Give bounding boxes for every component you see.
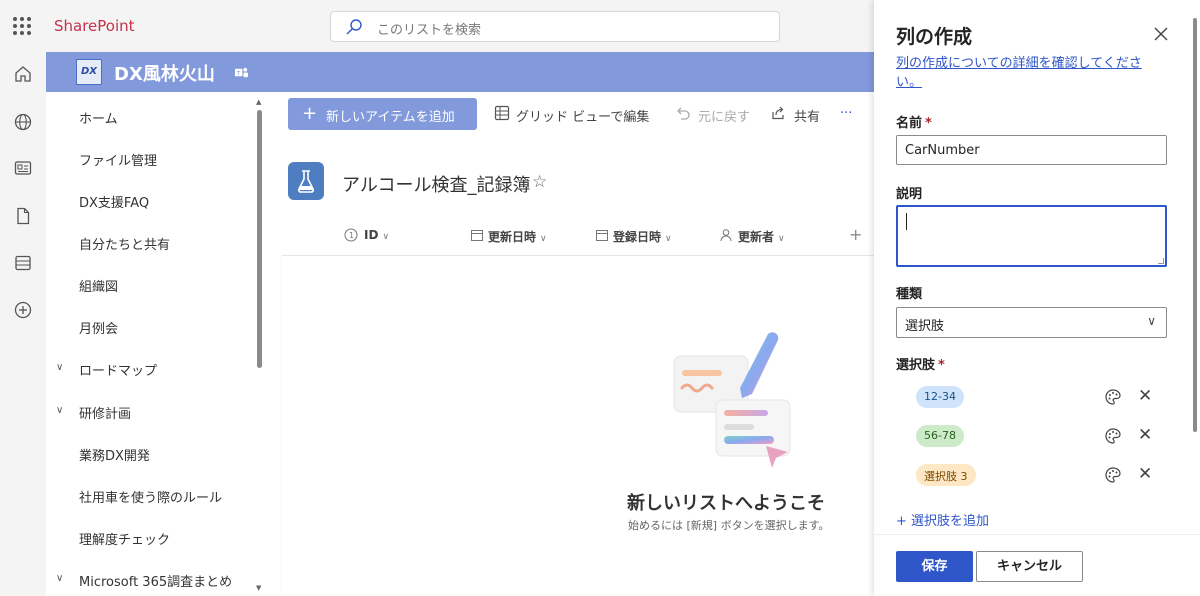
calendar-icon bbox=[471, 230, 483, 241]
add-choice-button[interactable]: + 選択肢を追加 bbox=[896, 510, 989, 529]
remove-choice-icon[interactable]: ✕ bbox=[1138, 425, 1152, 445]
create-column-panel: 列の作成 列の作成についての詳細を確認してください。 名前 * CarNumber… bbox=[874, 0, 1200, 596]
undo-button[interactable]: 元に戻す bbox=[698, 106, 750, 125]
chevron-down-icon: ∨ bbox=[1147, 314, 1156, 328]
empty-state-title: 新しいリストへようこそ bbox=[627, 493, 825, 514]
column-header-modified[interactable]: 更新日時 ∨ bbox=[488, 228, 547, 245]
column-header-editor[interactable]: 更新者 ∨ bbox=[738, 228, 785, 245]
chevron-down-icon[interactable]: ∨ bbox=[56, 362, 63, 373]
nav-item[interactable]: 理解度チェック bbox=[79, 529, 170, 548]
name-field[interactable]: CarNumber bbox=[896, 135, 1167, 165]
undo-icon bbox=[677, 107, 690, 120]
person-icon bbox=[720, 229, 732, 242]
type-selected-value: 選択肢 bbox=[905, 319, 945, 334]
nav-item[interactable]: ホーム bbox=[79, 108, 118, 127]
nav-item[interactable]: 組織図 bbox=[79, 276, 118, 295]
site-title[interactable]: DX風林火山 bbox=[114, 60, 215, 86]
app-root: SharePoint このリストを検索 DX DX風林火山 T ホーム ファイル… bbox=[0, 0, 1200, 596]
site-navigation: ホーム ファイル管理 DX支援FAQ 自分たちと共有 組織図 月例会 ∨ ロード… bbox=[46, 92, 264, 596]
choice-chip[interactable]: 12-34 bbox=[916, 386, 964, 408]
nav-item[interactable]: DX支援FAQ bbox=[79, 192, 149, 211]
chevron-down-icon[interactable]: ∨ bbox=[56, 573, 63, 584]
app-launcher-icon[interactable] bbox=[13, 17, 31, 35]
cancel-button[interactable]: キャンセル bbox=[976, 551, 1083, 582]
more-options-button[interactable]: ··· bbox=[840, 106, 852, 121]
nav-item[interactable]: 自分たちと共有 bbox=[79, 234, 170, 253]
choice-chip[interactable]: 56-78 bbox=[916, 425, 964, 447]
type-dropdown[interactable]: 選択肢 ∨ bbox=[896, 307, 1167, 338]
panel-scrollbar[interactable] bbox=[1193, 18, 1197, 432]
search-placeholder: このリストを検索 bbox=[377, 23, 482, 38]
teams-icon[interactable]: T bbox=[234, 65, 249, 80]
empty-state-subtitle: 始めるには [新規] ボタンを選択します。 bbox=[628, 519, 830, 532]
panel-title: 列の作成 bbox=[896, 26, 973, 48]
grid-edit-button[interactable]: グリッド ビューで編集 bbox=[516, 106, 649, 125]
text-caret bbox=[906, 213, 907, 230]
new-item-label: 新しいアイテムを追加 bbox=[326, 110, 455, 125]
remove-choice-icon[interactable]: ✕ bbox=[1138, 386, 1152, 406]
choice-chip[interactable]: 選択肢 3 bbox=[916, 464, 976, 486]
calendar-icon bbox=[596, 230, 608, 241]
list-icon[interactable] bbox=[13, 253, 33, 273]
choices-label: 選択肢 * bbox=[896, 358, 945, 373]
scroll-down-arrow[interactable]: ▼ bbox=[256, 584, 261, 592]
nav-item[interactable]: 社用車を使う際のルール bbox=[79, 487, 222, 506]
create-icon[interactable] bbox=[13, 300, 33, 320]
resize-handle-icon[interactable] bbox=[1158, 258, 1164, 264]
nav-item[interactable]: ファイル管理 bbox=[79, 150, 157, 169]
home-icon[interactable] bbox=[13, 64, 33, 84]
scroll-up-arrow[interactable]: ▲ bbox=[256, 98, 261, 106]
nav-item[interactable]: ロードマップ bbox=[79, 360, 157, 379]
svg-text:T: T bbox=[236, 71, 241, 77]
star-icon[interactable]: ☆ bbox=[532, 172, 547, 192]
palette-icon[interactable] bbox=[1104, 427, 1122, 445]
remove-choice-icon[interactable]: ✕ bbox=[1138, 464, 1152, 484]
site-logo[interactable]: DX bbox=[76, 59, 102, 85]
list-icon bbox=[288, 162, 324, 200]
list-view: + 新しいアイテムを追加 グリッド ビューで編集 元に戻す 共有 ··· アルコ… bbox=[264, 92, 874, 596]
id-column-icon: 1 bbox=[344, 228, 358, 242]
plus-icon: + bbox=[302, 103, 318, 124]
nav-scrollbar[interactable] bbox=[257, 110, 262, 368]
empty-list-illustration bbox=[673, 332, 791, 468]
column-header-row: 1 ID ∨ 更新日時 ∨ 登録日時 ∨ 更新者 ∨ + bbox=[282, 216, 874, 256]
globe-icon[interactable] bbox=[13, 112, 33, 132]
name-label: 名前 * bbox=[896, 116, 932, 131]
svg-text:1: 1 bbox=[349, 231, 354, 240]
type-label: 種類 bbox=[896, 287, 923, 302]
add-choice-label: 選択肢を追加 bbox=[911, 514, 990, 529]
search-box[interactable]: このリストを検索 bbox=[330, 11, 780, 42]
nav-item[interactable]: Microsoft 365調査まとめ bbox=[79, 571, 232, 590]
plus-icon: + bbox=[896, 514, 912, 529]
news-icon[interactable] bbox=[13, 158, 33, 178]
palette-icon[interactable] bbox=[1104, 466, 1122, 484]
add-column-icon[interactable]: + bbox=[849, 225, 862, 244]
palette-icon[interactable] bbox=[1104, 388, 1122, 406]
learn-more-link[interactable]: 列の作成についての詳細を確認してください。 bbox=[896, 54, 1158, 92]
nav-item[interactable]: 業務DX開発 bbox=[79, 445, 150, 464]
list-title: アルコール検査_記録簿 bbox=[342, 175, 531, 196]
search-icon bbox=[346, 19, 362, 35]
description-label: 説明 bbox=[896, 187, 923, 202]
column-header-created[interactable]: 登録日時 ∨ bbox=[613, 228, 672, 245]
save-button[interactable]: 保存 bbox=[896, 551, 973, 582]
site-header: DX DX風林火山 T bbox=[46, 52, 874, 92]
document-icon[interactable] bbox=[13, 206, 33, 226]
nav-item[interactable]: 月例会 bbox=[79, 318, 118, 337]
close-icon[interactable] bbox=[1152, 25, 1170, 43]
command-bar: + 新しいアイテムを追加 グリッド ビューで編集 元に戻す 共有 ··· bbox=[264, 92, 874, 138]
share-button[interactable]: 共有 bbox=[794, 106, 820, 125]
chevron-down-icon[interactable]: ∨ bbox=[56, 405, 63, 416]
description-field[interactable] bbox=[896, 205, 1167, 267]
new-item-button[interactable]: + 新しいアイテムを追加 bbox=[288, 98, 477, 130]
app-rail bbox=[0, 52, 46, 596]
panel-footer: 保存 キャンセル bbox=[874, 534, 1200, 596]
nav-item[interactable]: 研修計画 bbox=[79, 403, 131, 422]
column-header-id[interactable]: ID ∨ bbox=[364, 228, 389, 242]
grid-icon bbox=[494, 105, 510, 121]
brand-name[interactable]: SharePoint bbox=[54, 17, 135, 35]
share-icon bbox=[772, 106, 784, 120]
